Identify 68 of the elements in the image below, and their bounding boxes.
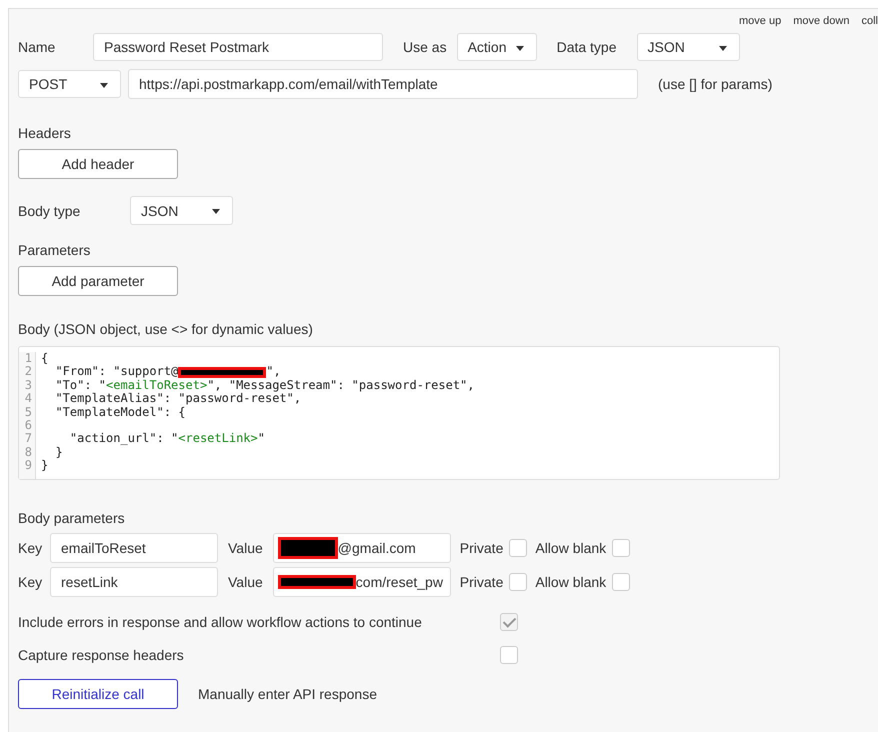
field-label: Allow blank xyxy=(535,574,606,590)
line-number: 3 xyxy=(24,378,32,392)
dynamic-value: <resetLink> xyxy=(178,432,258,446)
section-label: Headers xyxy=(18,125,72,143)
dynamic-value: <emailToReset> xyxy=(106,378,208,392)
value-field[interactable]: @gmail.com xyxy=(272,532,451,562)
line-number: 1 xyxy=(24,352,32,366)
field-label: Key xyxy=(18,574,44,590)
line-number: 8 xyxy=(24,446,32,460)
code-text: " xyxy=(258,432,265,446)
field-label: Use as xyxy=(403,39,447,55)
private-checkbox[interactable] xyxy=(509,538,528,556)
code-text: ", "MessageStream": "password-reset", xyxy=(207,378,474,392)
code-editor[interactable]: 1 2 3 4 5 6 7 8 9 { "From": "support@ ", "To": "<emailToReset>", "MessageStream": "password-reset", "TemplateAlias": "password-reset", "TemplateModel": { "action_url": "<resetLink>" } } xyxy=(18,346,780,480)
code-text: { xyxy=(41,352,48,366)
caret-icon xyxy=(100,83,108,88)
option-label: Capture response headers xyxy=(18,646,185,662)
field-label: Private xyxy=(460,540,504,556)
field-label: Name xyxy=(18,39,56,55)
line-number: 7 xyxy=(24,432,32,446)
method-dropdown[interactable]: POST xyxy=(18,70,121,98)
field-label: Value xyxy=(228,574,263,590)
allow-blank-checkbox[interactable] xyxy=(612,538,630,556)
field-label: Data type xyxy=(556,39,617,55)
code-text: "TemplateModel": { xyxy=(54,406,186,419)
key-field[interactable]: resetLink xyxy=(50,566,218,596)
field-label: Private xyxy=(460,574,504,590)
section-label: Body (JSON object, use <> for dynamic values) xyxy=(18,321,314,339)
allow-blank-checkbox[interactable] xyxy=(612,572,630,590)
code-text: ", xyxy=(266,365,281,379)
top-link[interactable]: move up xyxy=(739,15,782,27)
line-number: 4 xyxy=(24,392,32,406)
section-label: Parameters xyxy=(18,242,92,260)
add-parameter-button[interactable]: Add parameter xyxy=(18,266,178,296)
manual-response-link[interactable]: Manually enter API response xyxy=(198,686,377,702)
top-link[interactable]: coll xyxy=(861,15,878,27)
body-type-dropdown[interactable]: JSON xyxy=(130,196,233,225)
top-link[interactable]: move down xyxy=(793,15,850,27)
field-label: Allow blank xyxy=(535,540,606,556)
option-label: Include errors in response and allow workflow actions to continue xyxy=(18,614,423,630)
code-text: "action_url": " xyxy=(68,432,178,446)
use-as-dropdown[interactable]: Action xyxy=(456,33,537,61)
field-label: Value xyxy=(228,540,263,556)
code-text: } xyxy=(41,459,48,473)
add-header-button[interactable]: Add header xyxy=(18,149,178,179)
url-field[interactable]: https://api.postmarkapp.com/email/withTemplate xyxy=(128,69,638,99)
field-label: Key xyxy=(18,540,44,556)
section-label: Body parameters xyxy=(18,510,126,528)
private-checkbox[interactable] xyxy=(509,572,528,590)
caret-icon xyxy=(212,209,220,214)
line-number: 5 xyxy=(24,406,32,419)
reinitialize-call-button[interactable]: Reinitialize call xyxy=(18,679,178,709)
caret-icon xyxy=(516,46,524,51)
code-text: "From": "support@ xyxy=(54,365,178,379)
key-field[interactable]: emailToReset xyxy=(50,532,218,562)
url-hint: (use [] for params) xyxy=(658,76,772,92)
code-text: "To": " xyxy=(54,378,106,392)
field-label: Body type xyxy=(18,202,82,218)
data-type-dropdown[interactable]: JSON xyxy=(636,33,740,61)
name-field[interactable]: Password Reset Postmark xyxy=(93,33,383,61)
line-number: 6 xyxy=(24,418,32,432)
option-checkbox[interactable] xyxy=(500,646,518,664)
line-number: 9 xyxy=(24,459,32,473)
line-number: 2 xyxy=(24,365,32,379)
value-field[interactable]: com/reset_pw xyxy=(272,566,451,596)
caret-icon xyxy=(718,46,727,51)
code-text: "TemplateAlias": "password-reset", xyxy=(54,392,302,406)
code-text: } xyxy=(54,446,63,460)
